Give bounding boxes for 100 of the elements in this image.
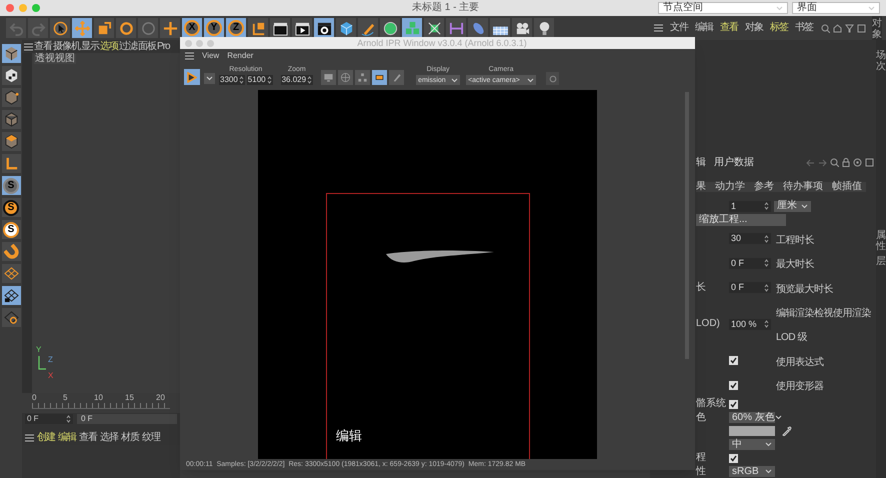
number-field[interactable]: 0 F (729, 258, 771, 268)
tool-button[interactable] (2, 66, 20, 85)
snap-toggle-button[interactable]: S (2, 220, 20, 239)
tool-button[interactable] (446, 18, 466, 38)
checkbox[interactable] (729, 356, 738, 365)
number-field[interactable]: 1 (729, 200, 771, 212)
frame-field[interactable]: 0 F (25, 414, 73, 424)
search-icon[interactable] (821, 24, 830, 32)
side-tab[interactable]: 场次 (876, 50, 886, 72)
spinner-icon[interactable] (764, 234, 769, 242)
tool-button[interactable] (358, 18, 378, 38)
tool-button[interactable] (50, 18, 70, 38)
tool-button[interactable] (314, 18, 334, 38)
menu-item[interactable]: 查看 (720, 23, 738, 33)
menu-item[interactable]: 面板 (138, 42, 156, 52)
menu-item[interactable]: View (202, 52, 220, 60)
menu-item[interactable]: 选项 (100, 42, 118, 52)
spinner-icon[interactable] (764, 284, 769, 292)
side-tab[interactable]: 属性 (876, 230, 886, 252)
menu-item[interactable]: 对象 (745, 23, 763, 33)
menu-item[interactable]: 编辑 (58, 433, 76, 443)
tool-button[interactable] (424, 18, 444, 38)
spinner-icon[interactable] (66, 415, 71, 423)
scale-project-button[interactable]: 缩放工程... (696, 214, 786, 226)
unit-dropdown[interactable]: 厘米 (774, 200, 811, 212)
view-mode-button[interactable] (338, 70, 354, 85)
menu-icon[interactable] (24, 42, 33, 50)
attribute-tab[interactable]: 果 (696, 182, 706, 192)
lock-icon[interactable] (842, 158, 850, 167)
view-mode-button[interactable] (321, 70, 336, 85)
menu-item[interactable]: 显示 (81, 42, 99, 52)
menu-item[interactable]: 纹理 (142, 433, 160, 443)
menu-item[interactable]: 摄像机 (53, 42, 80, 52)
node-space-dropdown[interactable]: 节点空间 (658, 2, 788, 14)
tool-button[interactable] (336, 18, 356, 38)
tool-button[interactable] (534, 18, 554, 38)
color-swatch[interactable] (729, 426, 775, 436)
menu-item[interactable]: 选择 (100, 433, 118, 443)
filter-icon[interactable] (845, 24, 854, 32)
spinner-icon[interactable] (764, 320, 769, 328)
checkbox[interactable] (729, 380, 738, 390)
attribute-mode-tab[interactable]: 辑 (696, 158, 706, 168)
tool-button[interactable] (248, 18, 268, 38)
layout-dropdown[interactable]: 界面 (792, 2, 880, 14)
attribute-tab[interactable]: 帧插值 (832, 182, 862, 192)
view-mode-button[interactable] (372, 70, 388, 85)
panel-icon[interactable] (865, 158, 874, 167)
snap-toggle-button[interactable]: S (2, 176, 20, 195)
menu-icon[interactable] (185, 52, 194, 60)
dropdown[interactable]: 中 (729, 439, 775, 450)
width-field[interactable]: 3300 (219, 75, 245, 85)
tool-button[interactable] (490, 18, 510, 38)
tool-button[interactable] (270, 18, 290, 38)
menu-icon[interactable] (25, 434, 34, 442)
menu-item[interactable]: 创建 (37, 433, 55, 443)
side-tab[interactable]: 层 (876, 256, 886, 267)
attribute-mode-tab[interactable]: 用户数据 (714, 158, 754, 168)
refresh-button[interactable] (546, 72, 560, 85)
tool-button[interactable] (2, 286, 20, 305)
menu-item[interactable]: 查看 (79, 433, 97, 443)
panel-icon[interactable] (857, 24, 866, 32)
menu-item[interactable]: Render (227, 52, 254, 60)
spinner-icon[interactable] (764, 259, 769, 267)
render-button[interactable] (184, 69, 200, 85)
checkbox[interactable] (729, 454, 738, 462)
snap-toggle-button[interactable]: S (2, 198, 20, 217)
frame-field[interactable]: 0 F (77, 414, 177, 424)
menu-item[interactable]: 编辑 (695, 23, 713, 33)
tool-button[interactable] (2, 132, 20, 151)
timeline[interactable]: 0 5 10 15 20 (22, 393, 180, 413)
attribute-tab[interactable]: 动力学 (715, 182, 745, 192)
attribute-tab[interactable]: 参考 (754, 182, 774, 192)
search-icon[interactable] (830, 158, 839, 167)
menu-item[interactable]: 查看 (34, 42, 52, 52)
side-tab[interactable]: 对象 (872, 18, 882, 40)
zoom-field[interactable]: 36.029 (280, 75, 314, 85)
dropdown[interactable]: sRGB (729, 466, 775, 477)
menu-item[interactable]: 标签 (770, 23, 788, 33)
spinner-icon[interactable] (764, 202, 769, 210)
menu-item[interactable]: 书签 (795, 23, 813, 33)
checkbox[interactable] (729, 400, 738, 408)
render-options-button[interactable] (204, 73, 215, 84)
spinner-icon[interactable] (266, 76, 272, 84)
view-mode-button[interactable] (355, 70, 370, 85)
menu-icon[interactable] (654, 24, 663, 32)
menu-item[interactable]: Pro (157, 42, 170, 52)
height-field[interactable]: 5100 (246, 75, 273, 85)
tool-button[interactable] (468, 18, 488, 38)
home-icon[interactable] (833, 24, 842, 32)
spinner-icon[interactable] (238, 76, 244, 84)
viewport[interactable]: 透视视图 Y Z X (22, 53, 180, 393)
tool-button[interactable] (292, 18, 312, 38)
eyedropper-icon[interactable] (782, 426, 792, 436)
view-mode-button[interactable] (389, 70, 404, 85)
tool-button[interactable] (2, 308, 20, 327)
menu-item[interactable]: 文件 (670, 23, 688, 33)
target-icon[interactable] (853, 158, 862, 167)
spinner-icon[interactable] (307, 76, 312, 84)
number-field[interactable]: 100 % (729, 318, 771, 330)
tool-button[interactable] (2, 44, 20, 63)
